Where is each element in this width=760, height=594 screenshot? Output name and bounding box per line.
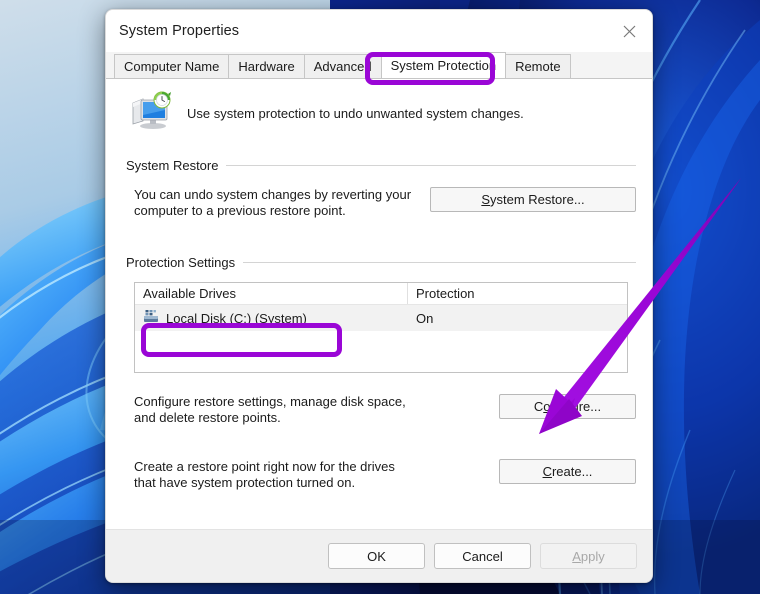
hard-disk-icon	[143, 309, 159, 327]
tab-remote[interactable]: Remote	[505, 54, 571, 78]
drive-name: Local Disk (C:) (System)	[166, 310, 307, 326]
btn-suffix: OK	[367, 548, 386, 564]
tab-label: Computer Name	[124, 59, 220, 74]
cancel-button[interactable]: Cancel	[434, 543, 531, 569]
apply-button[interactable]: Apply	[540, 543, 637, 569]
group-title-label: Protection Settings	[126, 255, 236, 270]
tab-advanced[interactable]: Advanced	[303, 54, 382, 78]
system-properties-window: System Properties Computer Name Hardware…	[105, 9, 653, 583]
system-protection-panel: Use system protection to undo unwanted s…	[106, 78, 652, 529]
tab-label: Hardware	[238, 59, 295, 74]
btn-accel: S	[481, 192, 491, 207]
tab-bar: Computer Name Hardware Advanced System P…	[106, 52, 652, 78]
protection-settings-group-title: Protection Settings	[126, 255, 636, 270]
tab-label: System Protection	[390, 58, 497, 73]
protection-settings-group: Protection Settings Available Drives Pro…	[122, 255, 636, 491]
drive-cell: Local Disk (C:) (System)	[135, 309, 408, 327]
btn-accel: C	[542, 464, 552, 479]
system-restore-group-title: System Restore	[126, 158, 636, 173]
window-title: System Properties	[119, 23, 240, 39]
btn-accel: o	[543, 399, 551, 414]
configure-row: Configure restore settings, manage disk …	[126, 394, 636, 426]
group-title-label: System Restore	[126, 158, 219, 173]
panel-header: Use system protection to undo unwanted s…	[122, 79, 636, 144]
btn-suffix: reate...	[551, 464, 593, 479]
btn-suffix: ystem Restore...	[490, 192, 585, 207]
system-restore-description: You can undo system changes by reverting…	[134, 187, 412, 218]
btn-suffix: nfigure...	[550, 399, 602, 414]
create-row: Create a restore point right now for the…	[126, 459, 636, 491]
column-header-protection[interactable]: Protection	[408, 283, 627, 304]
system-restore-button[interactable]: System Restore...	[430, 187, 636, 212]
desktop: System Properties Computer Name Hardware…	[0, 0, 760, 594]
tab-computer-name[interactable]: Computer Name	[114, 54, 230, 78]
btn-suffix: Cancel	[462, 548, 503, 564]
system-restore-row: You can undo system changes by reverting…	[126, 187, 636, 219]
system-restore-group: System Restore You can undo system chang…	[122, 158, 636, 219]
panel-header-text: Use system protection to undo unwanted s…	[187, 106, 524, 121]
group-divider	[226, 165, 636, 166]
configure-description: Configure restore settings, manage disk …	[134, 394, 406, 425]
protection-status: On	[416, 310, 434, 326]
configure-button[interactable]: Co nfigure...	[499, 394, 636, 419]
create-button[interactable]: Create...	[499, 459, 636, 484]
column-header-available-drives[interactable]: Available Drives	[135, 283, 408, 304]
dialog-button-bar: OK Cancel Apply	[106, 529, 652, 582]
tab-label: Remote	[515, 59, 561, 74]
tab-system-protection[interactable]: System Protection	[380, 52, 507, 78]
btn-accel: A	[572, 548, 581, 564]
available-drives-list[interactable]: Available Drives Protection Local Disk (…	[134, 282, 628, 373]
btn-prefix: C	[533, 399, 544, 414]
tab-label: Advanced	[313, 59, 372, 74]
group-divider	[243, 262, 636, 263]
ok-button[interactable]: OK	[328, 543, 425, 569]
btn-suffix: pply	[580, 548, 605, 564]
close-icon[interactable]	[606, 10, 652, 52]
drives-list-header: Available Drives Protection	[135, 283, 627, 305]
system-protection-computer-clock-icon	[129, 91, 173, 136]
create-description: Create a restore point right now for the…	[134, 459, 395, 490]
tab-hardware[interactable]: Hardware	[228, 54, 305, 78]
window-titlebar: System Properties	[106, 10, 652, 52]
table-row[interactable]: Local Disk (C:) (System) On	[135, 305, 627, 331]
